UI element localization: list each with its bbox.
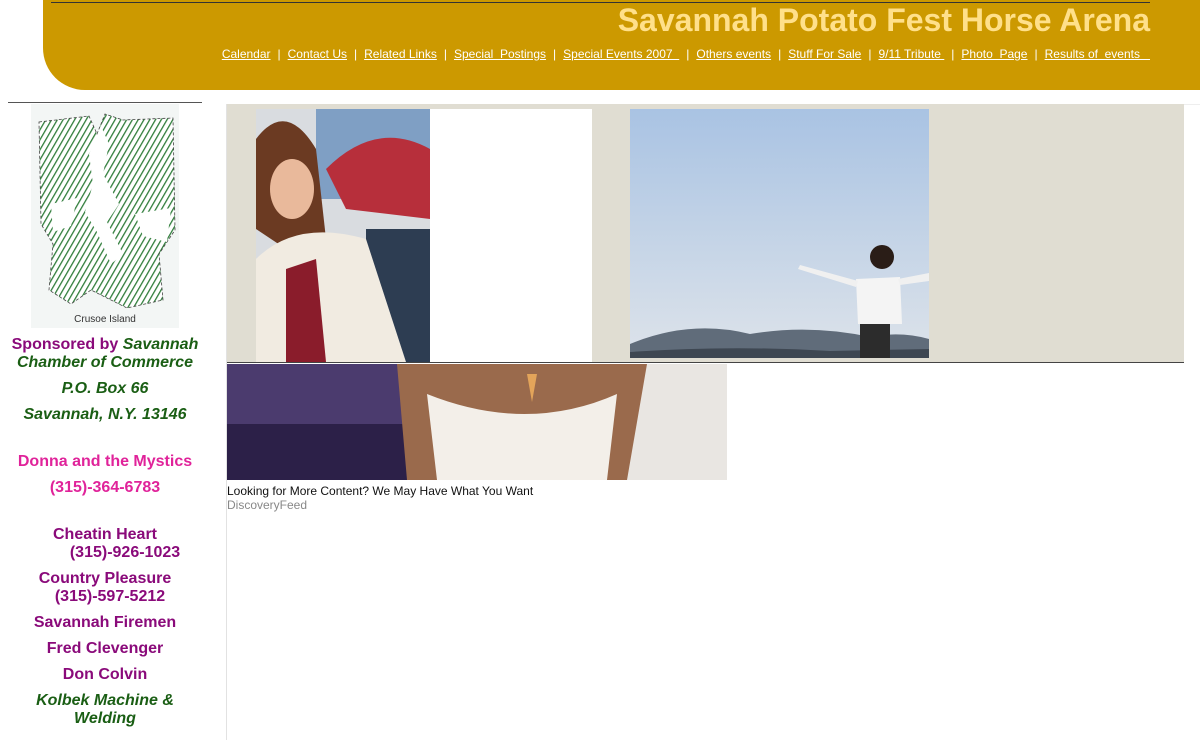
nav-separator: | bbox=[354, 47, 358, 61]
sponsor-line-1: Sponsored by Savannah bbox=[0, 336, 210, 354]
top-nav: Calendar | Contact Us | Related Links | Specia… bbox=[222, 47, 1150, 61]
band-country-phone: (315)-597-5212 bbox=[54, 588, 166, 605]
sponsor-po-box: P.O. Box 66 bbox=[61, 380, 149, 397]
band-cheatin-heart[interactable]: Cheatin Heart bbox=[0, 526, 210, 544]
sponsor-don-colvin[interactable]: Don Colvin bbox=[0, 666, 210, 684]
site-header: Savannah Potato Fest Horse Arena Calenda… bbox=[43, 0, 1200, 90]
nav-stuff-for-sale[interactable]: Stuff For Sale bbox=[788, 47, 861, 61]
sponsored-by-label: Sponsored by bbox=[11, 336, 119, 353]
ad-image-man-mountain[interactable] bbox=[630, 109, 929, 358]
nav-results-of-events[interactable]: Results of events bbox=[1045, 47, 1150, 61]
nav-special-events-2007[interactable]: Special Events 2007 bbox=[563, 47, 679, 61]
sidebar-rule bbox=[8, 102, 202, 103]
site-title: Savannah Potato Fest Horse Arena bbox=[617, 2, 1150, 38]
ad-gallery bbox=[227, 104, 1184, 363]
sponsor-fred-clevenger[interactable]: Fred Clevenger bbox=[0, 640, 210, 658]
nav-911-tribute[interactable]: 9/11 Tribute bbox=[878, 47, 944, 61]
nav-related-links[interactable]: Related Links bbox=[364, 47, 437, 61]
sponsor-city: Savannah, N.Y. 13146 bbox=[23, 406, 187, 423]
nav-separator: | bbox=[686, 47, 690, 61]
sponsor-savannah-firemen[interactable]: Savannah Firemen bbox=[0, 614, 210, 632]
nav-separator: | bbox=[277, 47, 281, 61]
nav-separator: | bbox=[868, 47, 872, 61]
sponsor-org[interactable]: Chamber of Commerce bbox=[0, 354, 210, 372]
crusoe-island-map[interactable]: Crusoe Island bbox=[31, 104, 179, 328]
band-country-pleasure[interactable]: Country Pleasure bbox=[0, 570, 210, 588]
band-donna-phone: (315)-364-6783 bbox=[49, 479, 161, 496]
ad-caption-link[interactable]: Looking for More Content? We May Have Wh… bbox=[227, 484, 533, 498]
nav-photo-page[interactable]: Photo Page bbox=[961, 47, 1027, 61]
band-donna[interactable]: Donna and the Mystics bbox=[0, 453, 210, 471]
nav-separator: | bbox=[443, 47, 447, 61]
nav-separator: | bbox=[778, 47, 782, 61]
nav-contact-us[interactable]: Contact Us bbox=[288, 47, 347, 61]
nav-separator: | bbox=[553, 47, 557, 61]
sponsor-kolbek-line-2[interactable]: Welding bbox=[0, 710, 210, 728]
nav-separator: | bbox=[1034, 47, 1038, 61]
nav-calendar[interactable]: Calendar bbox=[222, 47, 271, 61]
island-map-drawing: Crusoe Island bbox=[38, 113, 176, 325]
nav-separator: | bbox=[951, 47, 955, 61]
map-caption: Crusoe Island bbox=[74, 314, 136, 325]
nav-special-postings[interactable]: Special Postings bbox=[454, 47, 546, 61]
ad-image-woman-lace-top[interactable] bbox=[227, 364, 727, 480]
nav-others-events[interactable]: Others events bbox=[696, 47, 771, 61]
sponsor-kolbek-line-1[interactable]: Kolbek Machine & bbox=[0, 692, 210, 710]
ad-image-woman-sweater[interactable] bbox=[256, 109, 430, 362]
band-cheatin-phone: (315)-926-1023 bbox=[69, 544, 181, 561]
sponsor-name[interactable]: Savannah bbox=[123, 336, 199, 353]
sidebar: Crusoe Island Sponsored by Savannah Cham… bbox=[0, 100, 210, 740]
ad-source[interactable]: DiscoveryFeed bbox=[227, 498, 307, 512]
